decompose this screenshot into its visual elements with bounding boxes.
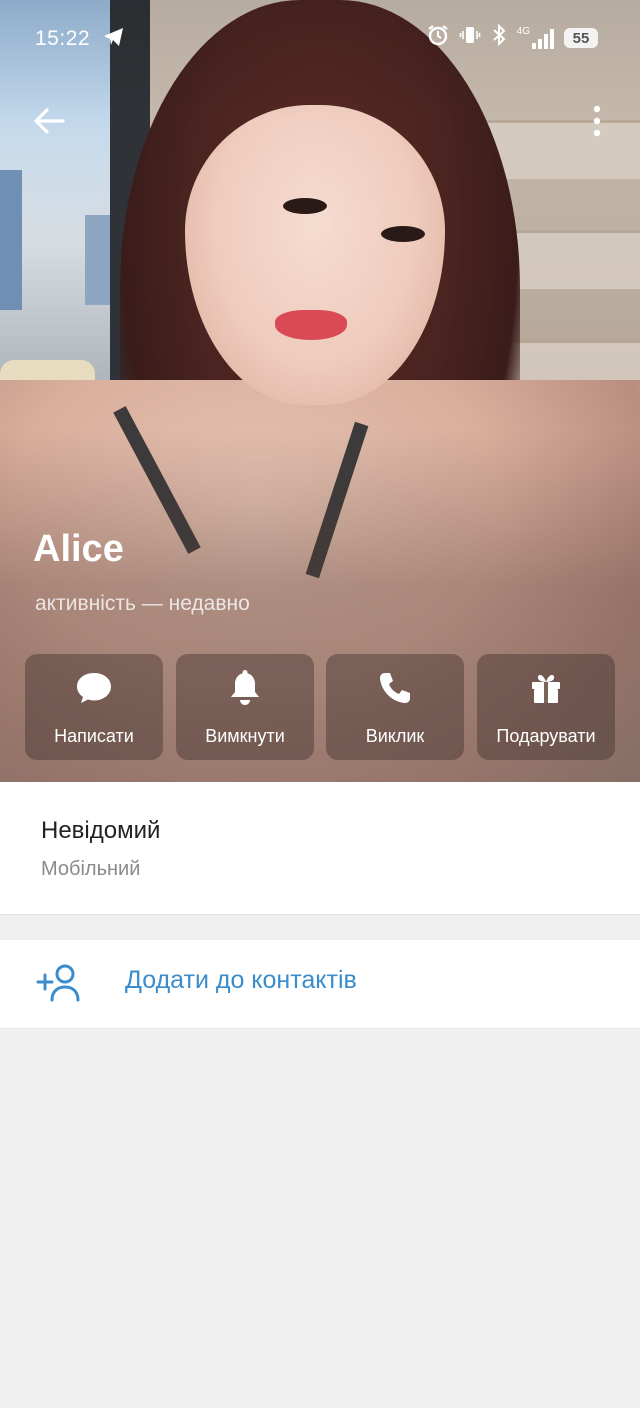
vibrate-icon (459, 24, 481, 52)
more-vertical-icon (593, 105, 601, 137)
profile-screen: 15:22 4G 55 Alice активність — недавно Н… (0, 0, 640, 1408)
gift-icon (477, 670, 615, 706)
status-icons: 4G 55 (427, 23, 598, 52)
phone-icon (326, 670, 464, 706)
status-time: 15:22 (35, 27, 91, 50)
signal-icon: 4G (517, 27, 554, 49)
mute-button[interactable]: Вимкнути (176, 654, 314, 760)
phone-type-label: Мобільний (41, 858, 141, 880)
phone-info-card[interactable]: Невідомий (0, 782, 640, 915)
battery-icon: 55 (564, 28, 598, 48)
profile-name: Alice (33, 528, 124, 570)
add-user-icon[interactable] (36, 962, 82, 1002)
mute-button-label: Вимкнути (205, 726, 285, 746)
bluetooth-icon (491, 23, 507, 52)
action-bar: Написати Вимкнути Виклик Подарувати (25, 654, 615, 760)
status-bar: 15:22 4G 55 (0, 0, 640, 78)
message-button[interactable]: Написати (25, 654, 163, 760)
message-button-label: Написати (54, 726, 134, 746)
add-contact-label[interactable]: Додати до контактів (125, 966, 357, 995)
alarm-icon (427, 24, 449, 52)
call-button[interactable]: Виклик (326, 654, 464, 760)
call-button-label: Виклик (365, 726, 425, 746)
gift-button[interactable]: Подарувати (477, 654, 615, 760)
network-label: 4G (516, 26, 530, 37)
telegram-icon (103, 27, 125, 53)
arrow-left-icon (34, 108, 65, 134)
bell-icon (176, 670, 314, 706)
back-button[interactable] (24, 96, 74, 146)
presence-status: активність — недавно (35, 592, 250, 615)
message-icon (25, 670, 163, 706)
gift-button-label: Подарувати (496, 726, 596, 746)
phone-number: Невідомий (41, 817, 161, 844)
more-options-button[interactable] (574, 96, 620, 146)
